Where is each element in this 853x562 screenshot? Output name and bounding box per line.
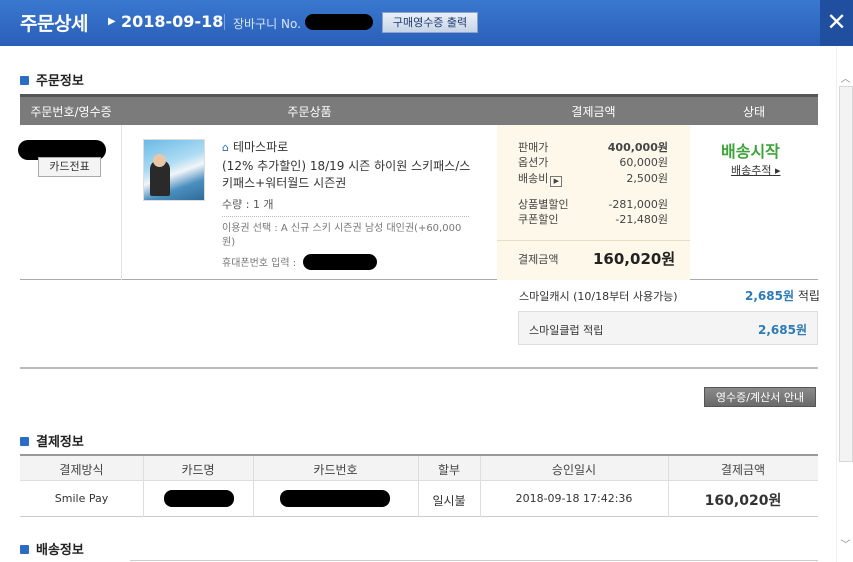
card-slip-button[interactable]: 카드전표 [38,157,101,177]
col-status: 상태 [742,105,766,119]
total-amount: 160,020원 [593,250,676,268]
product-thumbnail[interactable] [143,139,205,201]
scroll-down-icon[interactable]: ﹀ [837,536,853,551]
header-bar: 주문상세 ▶ 2018-09-18 장바구니 No. 구매영수증 출력 [0,0,853,46]
shop-name[interactable]: ⌂ 테마스파로 [222,138,288,155]
col-product: 주문상품 [287,105,332,119]
divider [130,560,818,561]
card-number-redacted [280,490,390,507]
phone-redacted [303,254,377,270]
smile-cash-value: 2,685원 적립 [745,289,820,303]
product-name[interactable]: (12% 추가할인) 18/19 시즌 하이원 스키패스/스키패스+워터월드 시… [222,158,472,192]
close-button[interactable]: ✕ [820,0,853,46]
phone-label: 휴대폰번호 입력 : [222,258,297,269]
divider [222,216,469,217]
cart-number-label: 장바구니 No. [233,17,301,31]
payment-method: Smile Pay [54,492,109,505]
receipt-guide-button[interactable]: 영수증/계산서 안내 [704,387,816,407]
product-discount-row: 상품별할인 -281,000원 [518,198,668,211]
price-row: 판매가 400,000원 [518,141,668,154]
option-price-row: 옵션가 60,000원 [518,156,668,169]
home-icon: ⌂ [222,141,229,154]
bullet-icon [20,545,29,554]
section-title-payment: 결제정보 [20,431,84,450]
order-table-header: 주문번호/영수증 주문상품 결제금액 상태 [20,94,818,125]
col-order-no: 주문번호/영수증 [30,105,112,119]
total-label: 결제금액 [518,253,559,266]
shipping-row: 배송비 ▶ 2,500원 [518,172,668,187]
product-quantity: 수량 : 1 개 [222,198,274,211]
smile-cash-label: 스마일캐시 (10/18부터 사용가능) [519,290,678,303]
arrow-right-icon: ▶ [108,16,116,27]
smile-club-value: 2,685원 [758,323,807,337]
page-title: 주문상세 [20,13,88,35]
order-row [20,125,818,280]
payment-amount: 160,020원 [704,493,782,509]
bullet-icon [20,437,29,446]
coupon-discount-row: 쿠폰할인 -21,480원 [518,213,668,226]
divider [20,367,818,369]
scroll-up-icon[interactable]: ︿ [837,70,853,85]
section-title-order: 주문정보 [20,70,84,89]
shipping-detail-icon[interactable]: ▶ [550,176,563,187]
scrollbar[interactable]: ︿ ﹀ [836,46,853,562]
divider [224,14,225,30]
close-icon: ✕ [826,8,847,36]
scroll-thumb[interactable] [839,86,853,462]
order-status: 배송시작 [721,142,780,161]
product-option: 이용권 선택 : A 신규 스키 시즌권 남성 대인권(+60,000원) [222,223,462,248]
cart-number-redacted [305,14,373,30]
bullet-icon [20,76,29,85]
smile-club-label: 스마일클럽 적립 [529,324,604,337]
payment-table-row: Smile Pay 일시불 2018-09-18 17:42:36 160,02… [20,481,818,517]
track-delivery-link[interactable]: 배송추적 ▸ [731,162,781,178]
installment: 일시불 [432,494,466,508]
approved-at: 2018-09-18 17:42:36 [515,492,633,505]
card-name-redacted [164,490,234,507]
payment-table-header: 결제방식 카드명 카드번호 할부 승인일시 결제금액 [20,454,818,481]
section-title-delivery: 배송정보 [20,539,84,558]
col-payment: 결제금액 [571,105,616,119]
order-date: 2018-09-18 [121,12,224,31]
print-receipt-button[interactable]: 구매영수증 출력 [382,12,478,33]
smile-club-box: 스마일클럽 적립 2,685원 [518,311,818,345]
